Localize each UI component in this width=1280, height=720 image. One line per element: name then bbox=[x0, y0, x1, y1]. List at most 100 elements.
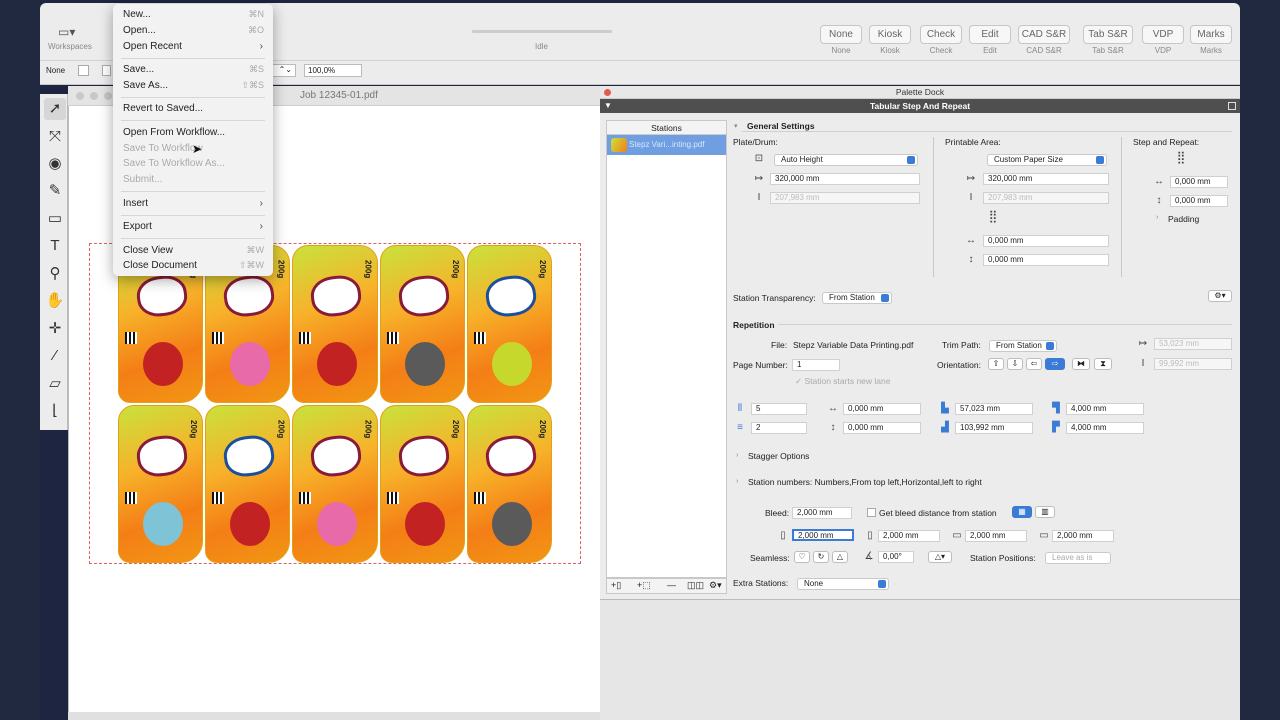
margin-vertical-field[interactable]: 4,000 mm bbox=[1066, 422, 1144, 434]
vertical-gap-field[interactable]: 0,000 mm bbox=[843, 422, 921, 434]
text-icon[interactable]: T bbox=[44, 235, 66, 257]
workspaces-icon[interactable]: ▭▾ bbox=[58, 25, 75, 39]
label-station[interactable]: 200g bbox=[118, 405, 204, 563]
menu-item-save-to-workflow-as[interactable]: Save To Workflow As... bbox=[113, 156, 273, 171]
seamless-a-icon[interactable]: ♡ bbox=[794, 551, 810, 563]
menu-item-submit[interactable]: Submit... bbox=[113, 172, 273, 187]
zoom-icon[interactable]: ⚲ bbox=[44, 263, 66, 285]
close-dot-icon[interactable] bbox=[76, 92, 84, 100]
trim-path-select[interactable]: From Station bbox=[989, 340, 1057, 352]
disclosure-closed-icon[interactable]: › bbox=[736, 478, 738, 485]
toolbar-tab-snr-button[interactable]: Tab S&R Tab S&R bbox=[1083, 25, 1133, 55]
label-station[interactable]: 200g bbox=[292, 245, 378, 403]
disclosure-open-icon[interactable]: ▾ bbox=[734, 122, 738, 130]
anchor-grid-icon[interactable]: ⣿ bbox=[1172, 151, 1190, 163]
menu-item-close-document[interactable]: Close Document ⇧⌘W bbox=[113, 258, 273, 273]
orientation-0-icon[interactable]: ⇧ bbox=[988, 358, 1004, 370]
margin-horizontal-field[interactable]: 4,000 mm bbox=[1066, 403, 1144, 415]
toolbar-cad-snr-button[interactable]: CAD S&R CAD S&R bbox=[1018, 25, 1070, 55]
flip-vertical-icon[interactable]: ⧗ bbox=[1094, 358, 1112, 370]
bleed-right-field[interactable]: 2,000 mm bbox=[965, 530, 1027, 542]
menu-item-open[interactable]: Open... ⌘O bbox=[113, 23, 273, 38]
step-horizontal-field[interactable]: 57,023 mm bbox=[955, 403, 1033, 415]
bleed-top-field[interactable]: 2,000 mm bbox=[878, 530, 940, 542]
eye-icon[interactable]: ◉ bbox=[44, 153, 66, 175]
hand-icon[interactable]: ✋ bbox=[44, 290, 66, 312]
menu-item-close-view[interactable]: Close View ⌘W bbox=[113, 243, 273, 258]
toolbar-edit-button[interactable]: Edit Edit bbox=[969, 25, 1011, 55]
snr-x-field[interactable]: 0,000 mm bbox=[1170, 176, 1228, 188]
station-numbers[interactable]: Station numbers: Numbers,From top left,H… bbox=[748, 477, 982, 487]
seamless-c-icon[interactable]: △ bbox=[832, 551, 848, 563]
menu-item-insert[interactable]: Insert › bbox=[113, 196, 273, 211]
trim-width-field[interactable]: 53,023 mm bbox=[1154, 338, 1232, 350]
horizontal-gap-field[interactable]: 0,000 mm bbox=[843, 403, 921, 415]
label-station[interactable]: 200g bbox=[466, 245, 552, 403]
bleed-field[interactable]: 2,000 mm bbox=[792, 507, 852, 519]
dock-close-icon[interactable] bbox=[604, 89, 611, 96]
menu-item-open-from-workflow[interactable]: Open From Workflow... bbox=[113, 125, 273, 140]
label-station[interactable]: 200g bbox=[466, 405, 552, 563]
add-station-frame-icon[interactable]: +⬚ bbox=[637, 580, 651, 591]
rectangle-icon[interactable]: ▭ bbox=[44, 208, 66, 230]
trim-height-field[interactable]: 99,992 mm bbox=[1154, 358, 1232, 370]
fit-icon[interactable]: ⤧ bbox=[44, 126, 66, 148]
step-vertical-field[interactable]: 103,992 mm bbox=[955, 422, 1033, 434]
menu-item-open-recent[interactable]: Open Recent › bbox=[113, 39, 273, 54]
plate-position-icon[interactable]: ⊡ bbox=[752, 153, 766, 165]
ruler-icon[interactable]: ▱ bbox=[44, 373, 66, 395]
columns-field[interactable]: 5 bbox=[751, 403, 807, 415]
minimize-dot-icon[interactable] bbox=[90, 92, 98, 100]
rows-field[interactable]: 2 bbox=[751, 422, 807, 434]
flip-horizontal-icon[interactable]: ⧓ bbox=[1072, 358, 1090, 370]
plate-height-field[interactable]: 207,983 mm bbox=[770, 192, 920, 204]
page-number-field[interactable]: 1 bbox=[792, 359, 840, 371]
panel-menu-icon[interactable] bbox=[1228, 102, 1236, 110]
toolbar-kiosk-button[interactable]: Kiosk Kiosk bbox=[869, 25, 911, 55]
corner-icon[interactable]: ⌊ bbox=[44, 400, 66, 422]
settings-gear-icon[interactable]: ⚙▾ bbox=[709, 580, 722, 591]
disclosure-closed-icon[interactable]: › bbox=[736, 452, 738, 459]
toolbar-check-button[interactable]: Check Check bbox=[920, 25, 962, 55]
angle-field[interactable]: 0,00° bbox=[878, 551, 914, 563]
bleed-mode-b-icon[interactable]: ▥ bbox=[1035, 506, 1055, 518]
printable-y-field[interactable]: 0,000 mm bbox=[983, 254, 1109, 266]
anchor-grid-icon[interactable]: ⣿ bbox=[984, 210, 1002, 222]
bleed-bottom-field[interactable]: 2,000 mm bbox=[1052, 530, 1114, 542]
layout-icon[interactable]: ◫◫ bbox=[687, 580, 704, 591]
menu-item-revert[interactable]: Revert to Saved... bbox=[113, 101, 273, 116]
options-gear-icon[interactable]: ⚙▾ bbox=[1208, 290, 1232, 302]
crosshair-icon[interactable]: ✛ bbox=[44, 318, 66, 340]
new-lane-checkbox[interactable]: ✓ Station starts new lane bbox=[795, 376, 890, 387]
angle-options-icon[interactable]: △▾ bbox=[928, 551, 952, 563]
bleed-left-field[interactable]: 2,000 mm bbox=[792, 529, 854, 541]
snr-y-field[interactable]: 0,000 mm bbox=[1170, 195, 1228, 207]
printable-width-field[interactable]: 320,000 mm bbox=[983, 173, 1109, 185]
orientation-90-icon[interactable]: ⇦ bbox=[1026, 358, 1042, 370]
pen-icon[interactable]: ✎ bbox=[44, 180, 66, 202]
collapse-triangle-icon[interactable]: ▼ bbox=[604, 101, 612, 110]
menu-item-save-as[interactable]: Save As... ⇧⌘S bbox=[113, 78, 273, 93]
fill-swatch[interactable] bbox=[78, 65, 89, 76]
add-station-icon[interactable]: +▯ bbox=[611, 580, 621, 591]
label-station[interactable]: 200g bbox=[379, 405, 465, 563]
zoom-field[interactable]: 100,0% bbox=[304, 64, 362, 77]
label-station[interactable]: 200g bbox=[379, 245, 465, 403]
bleed-mode-a-icon[interactable]: ▦ bbox=[1012, 506, 1032, 518]
orientation-270-icon[interactable]: ⇨ bbox=[1045, 358, 1065, 370]
bleed-checkbox[interactable] bbox=[867, 508, 876, 517]
printable-area-select[interactable]: Custom Paper Size bbox=[987, 154, 1107, 166]
seamless-b-icon[interactable]: ↻ bbox=[813, 551, 829, 563]
orientation-180-icon[interactable]: ⇩ bbox=[1007, 358, 1023, 370]
toolbar-vdp-button[interactable]: VDP VDP bbox=[1142, 25, 1184, 55]
stagger-options[interactable]: Stagger Options bbox=[748, 451, 809, 461]
extra-stations-select[interactable]: None bbox=[797, 578, 889, 590]
disclosure-closed-icon[interactable]: › bbox=[1156, 214, 1158, 221]
plate-width-field[interactable]: 320,000 mm bbox=[770, 173, 920, 185]
menu-item-new[interactable]: New... ⌘N bbox=[113, 7, 273, 22]
label-station[interactable]: 200g bbox=[205, 405, 291, 563]
eyedropper-icon[interactable]: ⁄ bbox=[44, 345, 66, 367]
menu-item-export[interactable]: Export › bbox=[113, 219, 273, 234]
remove-station-icon[interactable]: — bbox=[667, 580, 676, 590]
stroke-swatch[interactable] bbox=[102, 65, 111, 76]
